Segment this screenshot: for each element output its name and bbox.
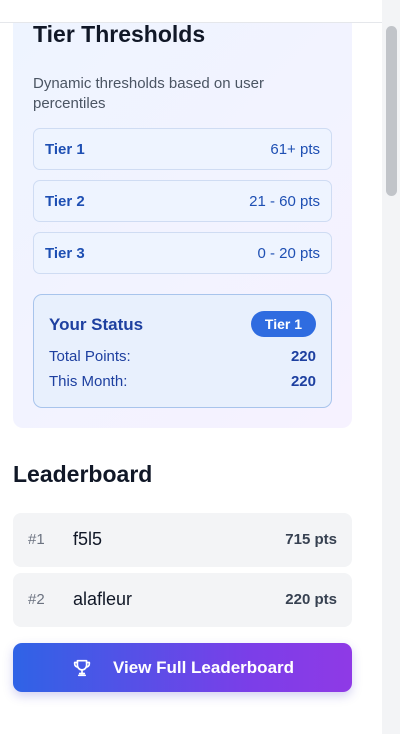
tier-thresholds-description: Dynamic thresholds based on user percent…	[33, 75, 264, 112]
leaderboard-username: alafleur	[73, 589, 133, 609]
view-full-leaderboard-button[interactable]: View Full Leaderboard	[13, 643, 352, 692]
tier-row-1: Tier 1 61+ pts	[33, 128, 332, 170]
this-month-value: 220	[290, 373, 316, 390]
leaderboard-row-1[interactable]: #1 f5l5 715 pts	[13, 513, 352, 567]
leaderboard-points: 715 pts	[285, 531, 337, 548]
this-month-line: This Month: 220	[49, 373, 316, 390]
tier-row-3: Tier 3 0 - 20 pts	[33, 232, 332, 274]
tier-thresholds-title: Tier Thresholds	[33, 21, 206, 47]
tier-name: Tier 3	[45, 244, 85, 262]
tier-name: Tier 1	[45, 140, 85, 158]
trophy-icon	[73, 659, 91, 676]
total-points-line: Total Points: 220	[49, 348, 316, 365]
tier-range: 21 - 60 pts	[249, 192, 320, 210]
total-points-label: Total Points:	[49, 348, 131, 365]
scrollbar[interactable]	[382, 0, 400, 734]
this-month-label: This Month:	[49, 373, 128, 390]
top-bar	[0, 0, 382, 23]
scrollbar-thumb[interactable]	[386, 26, 397, 196]
leaderboard-username: f5l5	[73, 529, 103, 549]
your-status-card: Your Status Tier 1 Total Points: 220 Thi…	[33, 294, 332, 408]
leaderboard-title: Leaderboard	[13, 461, 153, 487]
tier-thresholds-panel: Tier Thresholds Dynamic thresholds based…	[13, 10, 352, 428]
your-status-title: Your Status	[49, 315, 144, 334]
tier-row-2: Tier 2 21 - 60 pts	[33, 180, 332, 222]
leaderboard-row-2[interactable]: #2 alafleur 220 pts	[13, 573, 352, 627]
leaderboard-points: 220 pts	[285, 591, 337, 608]
leaderboard-rank: #2	[28, 591, 45, 608]
tier-range: 61+ pts	[270, 140, 320, 158]
tier-range: 0 - 20 pts	[257, 244, 320, 262]
total-points-value: 220	[290, 348, 316, 365]
leaderboard-rank: #1	[28, 531, 45, 548]
status-badge: Tier 1	[250, 311, 316, 337]
tier-name: Tier 2	[45, 192, 85, 210]
view-full-leaderboard-label: View Full Leaderboard	[112, 657, 295, 677]
